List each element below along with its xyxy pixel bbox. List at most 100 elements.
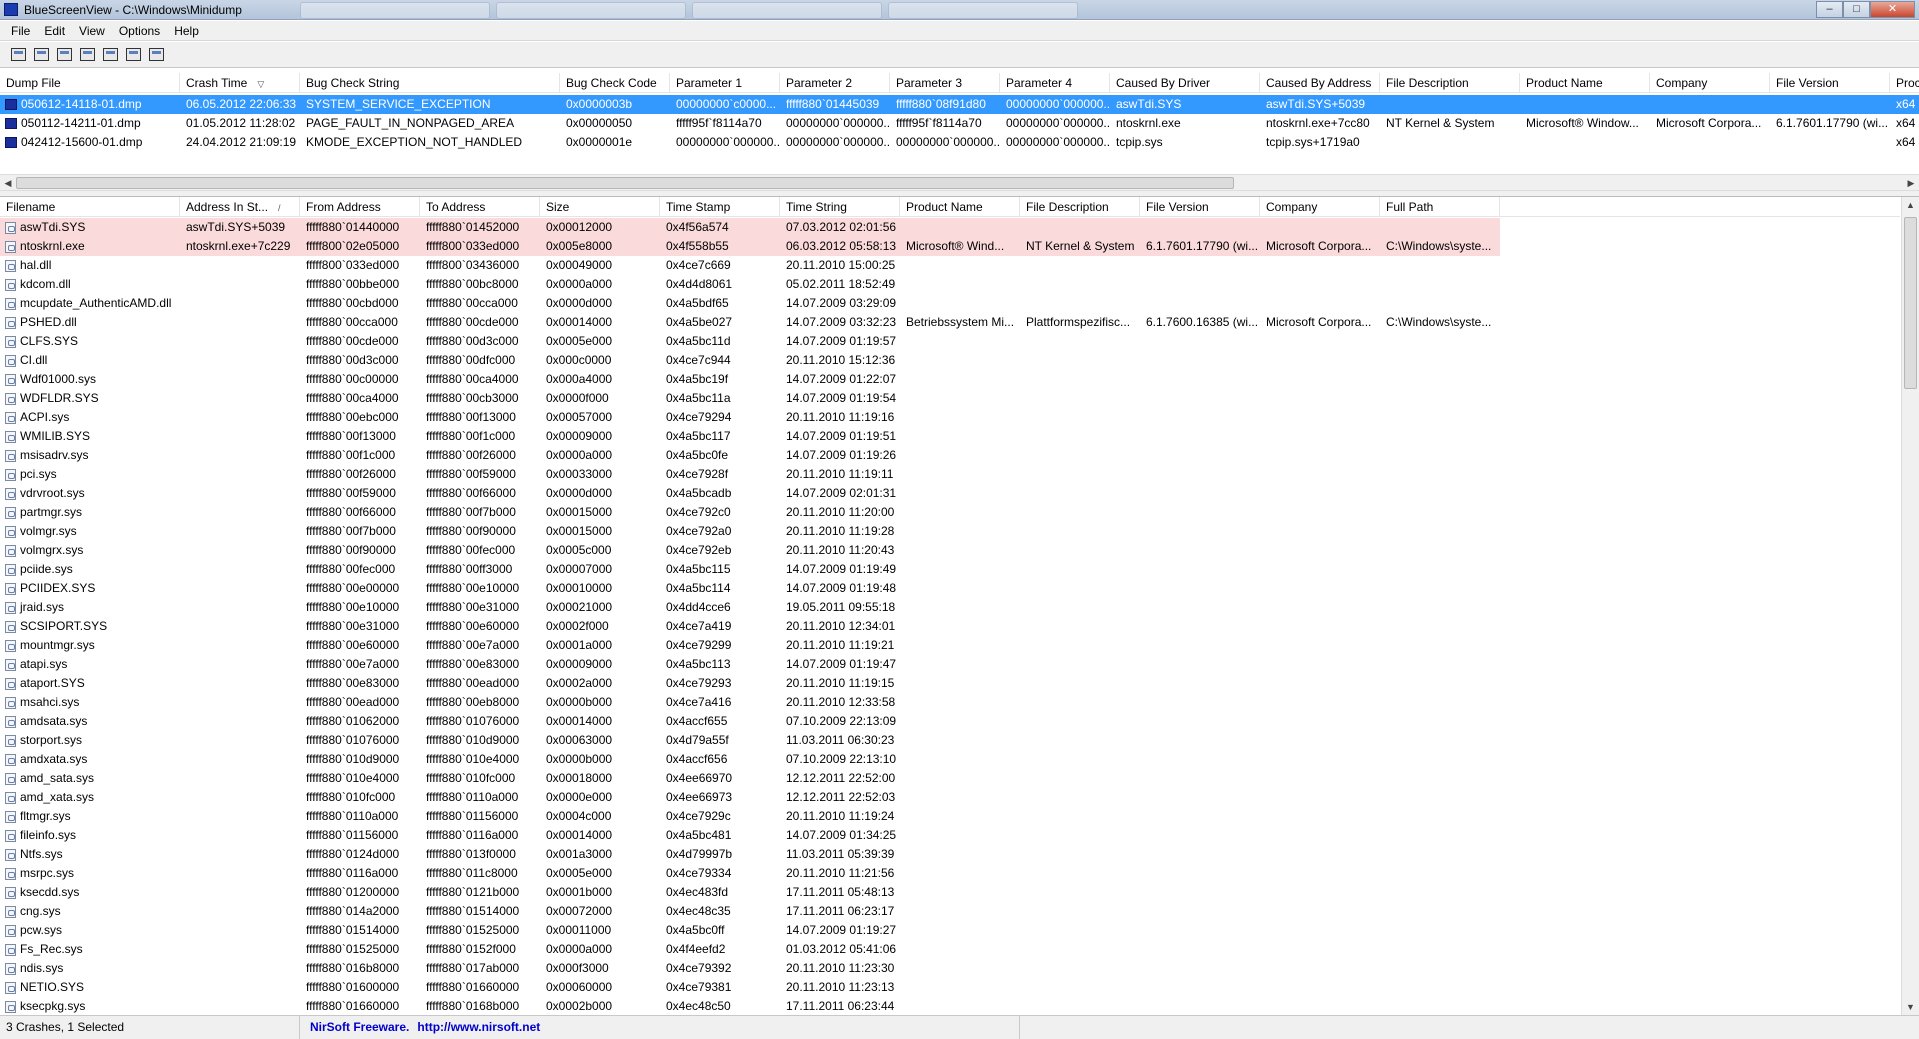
driver-row[interactable]: WDFLDR.SYS fffff880`00ca4000 fffff880`00cb… xyxy=(0,389,1900,408)
dump-row[interactable]: 042412-15600-01.dmp 24.04.2012 21:09:19 KM… xyxy=(0,133,1919,152)
driver-row[interactable]: vdrvroot.sys fffff880`00f59000 fffff880`00… xyxy=(0,484,1900,503)
menu-help[interactable]: Help xyxy=(167,24,206,38)
driver-row[interactable]: SCSIPORT.SYS fffff880`00e31000 fffff880`00… xyxy=(0,617,1900,636)
column-header-filename[interactable]: Filename xyxy=(0,197,180,217)
column-header-file-version[interactable]: File Version xyxy=(1770,73,1890,93)
scroll-up-arrow-icon[interactable]: ▲ xyxy=(1902,197,1919,213)
column-header-parameter-1[interactable]: Parameter 1 xyxy=(670,73,780,93)
column-header-full-path[interactable]: Full Path xyxy=(1380,197,1500,217)
scroll-thumb[interactable] xyxy=(1904,217,1917,389)
menu-edit[interactable]: Edit xyxy=(37,24,72,38)
scroll-down-arrow-icon[interactable]: ▼ xyxy=(1902,999,1919,1015)
background-window-tab[interactable] xyxy=(692,2,882,19)
driver-row[interactable]: jraid.sys fffff880`00e10000 fffff880`00e31… xyxy=(0,598,1900,617)
column-header-bug-check-string[interactable]: Bug Check String xyxy=(300,73,560,93)
copy-button[interactable] xyxy=(77,45,97,65)
horizontal-scrollbar[interactable]: ◀ ▶ xyxy=(0,174,1919,191)
column-header-file-description[interactable]: File Description xyxy=(1020,197,1140,217)
driver-row[interactable]: ndis.sys fffff880`016b8000 fffff880`017ab0… xyxy=(0,959,1900,978)
dump-row[interactable]: 050612-14118-01.dmp 06.05.2012 22:06:33 SY… xyxy=(0,95,1919,114)
driver-row[interactable]: msisadrv.sys fffff880`00f1c000 fffff880`00… xyxy=(0,446,1900,465)
scroll-left-arrow-icon[interactable]: ◀ xyxy=(0,176,16,190)
driver-row[interactable]: hal.dll fffff800`033ed000 fffff800`0343600… xyxy=(0,256,1900,275)
driver-row[interactable]: pciide.sys fffff880`00fec000 fffff880`00ff… xyxy=(0,560,1900,579)
driver-row[interactable]: fltmgr.sys fffff880`0110a000 fffff880`0115… xyxy=(0,807,1900,826)
driver-row[interactable]: PSHED.dll fffff880`00cca000 fffff880`00cde… xyxy=(0,313,1900,332)
column-header-company[interactable]: Company xyxy=(1650,73,1770,93)
minimize-button[interactable]: – xyxy=(1816,1,1843,18)
save-button[interactable] xyxy=(31,45,51,65)
refresh-button[interactable] xyxy=(54,45,74,65)
driver-row[interactable]: ACPI.sys fffff880`00ebc000 fffff880`00f130… xyxy=(0,408,1900,427)
column-header-caused-by-driver[interactable]: Caused By Driver xyxy=(1110,73,1260,93)
exit-button[interactable] xyxy=(146,45,166,65)
background-window-tab[interactable] xyxy=(888,2,1078,19)
background-window-tab[interactable] xyxy=(300,2,490,19)
column-header-dump-file[interactable]: Dump File xyxy=(0,73,180,93)
html-report-button[interactable] xyxy=(100,45,120,65)
column-header-address-in-st[interactable]: Address In St... / xyxy=(180,197,300,217)
driver-row[interactable]: mountmgr.sys fffff880`00e60000 fffff880`00… xyxy=(0,636,1900,655)
menu-file[interactable]: File xyxy=(4,24,37,38)
scroll-right-arrow-icon[interactable]: ▶ xyxy=(1903,176,1919,190)
driver-row[interactable]: ksecpkg.sys fffff880`01660000 fffff880`016… xyxy=(0,997,1900,1015)
background-window-tab[interactable] xyxy=(496,2,686,19)
driver-row[interactable]: amdxata.sys fffff880`010d9000 fffff880`010… xyxy=(0,750,1900,769)
column-header-to-address[interactable]: To Address xyxy=(420,197,540,217)
column-header-bug-check-code[interactable]: Bug Check Code xyxy=(560,73,670,93)
driver-row[interactable]: volmgr.sys fffff880`00f7b000 fffff880`00f9… xyxy=(0,522,1900,541)
driver-row[interactable]: msahci.sys fffff880`00ead000 fffff880`00eb… xyxy=(0,693,1900,712)
driver-row[interactable]: WMILIB.SYS fffff880`00f13000 fffff880`00f1… xyxy=(0,427,1900,446)
menu-view[interactable]: View xyxy=(72,24,112,38)
driver-row[interactable]: kdcom.dll fffff880`00bbe000 fffff880`00bc8… xyxy=(0,275,1900,294)
column-header-time-stamp[interactable]: Time Stamp xyxy=(660,197,780,217)
driver-row[interactable]: partmgr.sys fffff880`00f66000 fffff880`00f… xyxy=(0,503,1900,522)
driver-row[interactable]: Ntfs.sys fffff880`0124d000 fffff880`013f00… xyxy=(0,845,1900,864)
column-header-file-description[interactable]: File Description xyxy=(1380,73,1520,93)
driver-row[interactable]: cng.sys fffff880`014a2000 fffff880`0151400… xyxy=(0,902,1900,921)
column-header-size[interactable]: Size xyxy=(540,197,660,217)
column-header-file-version[interactable]: File Version xyxy=(1140,197,1260,217)
close-button[interactable]: ✕ xyxy=(1870,1,1915,18)
vertical-scrollbar[interactable]: ▲ ▼ xyxy=(1901,197,1919,1015)
driver-row[interactable]: Wdf01000.sys fffff880`00c00000 fffff880`00… xyxy=(0,370,1900,389)
driver-row[interactable]: CI.dll fffff880`00d3c000 fffff880`00dfc000… xyxy=(0,351,1900,370)
driver-row[interactable]: amdsata.sys fffff880`01062000 fffff880`010… xyxy=(0,712,1900,731)
driver-row[interactable]: storport.sys fffff880`01076000 fffff880`01… xyxy=(0,731,1900,750)
driver-row[interactable]: pci.sys fffff880`00f26000 fffff880`00f5900… xyxy=(0,465,1900,484)
column-header-parameter-3[interactable]: Parameter 3 xyxy=(890,73,1000,93)
driver-row[interactable]: amd_sata.sys fffff880`010e4000 fffff880`01… xyxy=(0,769,1900,788)
column-header-proc[interactable]: Proc xyxy=(1890,73,1919,93)
driver-row[interactable]: msrpc.sys fffff880`0116a000 fffff880`011c8… xyxy=(0,864,1900,883)
column-header-parameter-2[interactable]: Parameter 2 xyxy=(780,73,890,93)
driver-row[interactable]: NETIO.SYS fffff880`01600000 fffff880`01660… xyxy=(0,978,1900,997)
driver-row[interactable]: pcw.sys fffff880`01514000 fffff880`0152500… xyxy=(0,921,1900,940)
scroll-thumb[interactable] xyxy=(16,177,1234,189)
column-header-crash-time[interactable]: Crash Time ▽ xyxy=(180,73,300,93)
driver-row[interactable]: volmgrx.sys fffff880`00f90000 fffff880`00f… xyxy=(0,541,1900,560)
nirsoft-link[interactable]: NirSoft Freeware. http://www.nirsoft.net xyxy=(300,1016,1020,1039)
maximize-button[interactable]: □ xyxy=(1843,1,1870,18)
column-header-from-address[interactable]: From Address xyxy=(300,197,420,217)
driver-row[interactable]: Fs_Rec.sys fffff880`01525000 fffff880`0152… xyxy=(0,940,1900,959)
driver-row[interactable]: ntoskrnl.exe ntoskrnl.exe+7c229 fffff800`0… xyxy=(0,237,1900,256)
driver-row[interactable]: mcupdate_AuthenticAMD.dll fffff880`00cbd0… xyxy=(0,294,1900,313)
driver-row[interactable]: fileinfo.sys fffff880`01156000 fffff880`01… xyxy=(0,826,1900,845)
driver-row[interactable]: PCIIDEX.SYS fffff880`00e00000 fffff880`00e… xyxy=(0,579,1900,598)
column-header-time-string[interactable]: Time String xyxy=(780,197,900,217)
driver-row[interactable]: ataport.SYS fffff880`00e83000 fffff880`00e… xyxy=(0,674,1900,693)
dump-row[interactable]: 050112-14211-01.dmp 01.05.2012 11:28:02 PA… xyxy=(0,114,1919,133)
properties-button[interactable] xyxy=(8,45,28,65)
driver-row[interactable]: CLFS.SYS fffff880`00cde000 fffff880`00d3c0… xyxy=(0,332,1900,351)
nirsoft-url[interactable]: http://www.nirsoft.net xyxy=(417,1020,540,1034)
column-header-caused-by-address[interactable]: Caused By Address xyxy=(1260,73,1380,93)
column-header-parameter-4[interactable]: Parameter 4 xyxy=(1000,73,1110,93)
driver-row[interactable]: atapi.sys fffff880`00e7a000 fffff880`00e83… xyxy=(0,655,1900,674)
column-header-product-name[interactable]: Product Name xyxy=(900,197,1020,217)
driver-row[interactable]: amd_xata.sys fffff880`010fc000 fffff880`01… xyxy=(0,788,1900,807)
column-header-company[interactable]: Company xyxy=(1260,197,1380,217)
driver-row[interactable]: ksecdd.sys fffff880`01200000 fffff880`0121… xyxy=(0,883,1900,902)
column-header-product-name[interactable]: Product Name xyxy=(1520,73,1650,93)
driver-row[interactable]: aswTdi.SYS aswTdi.SYS+5039 fffff880`014400… xyxy=(0,218,1900,237)
menu-options[interactable]: Options xyxy=(112,24,167,38)
